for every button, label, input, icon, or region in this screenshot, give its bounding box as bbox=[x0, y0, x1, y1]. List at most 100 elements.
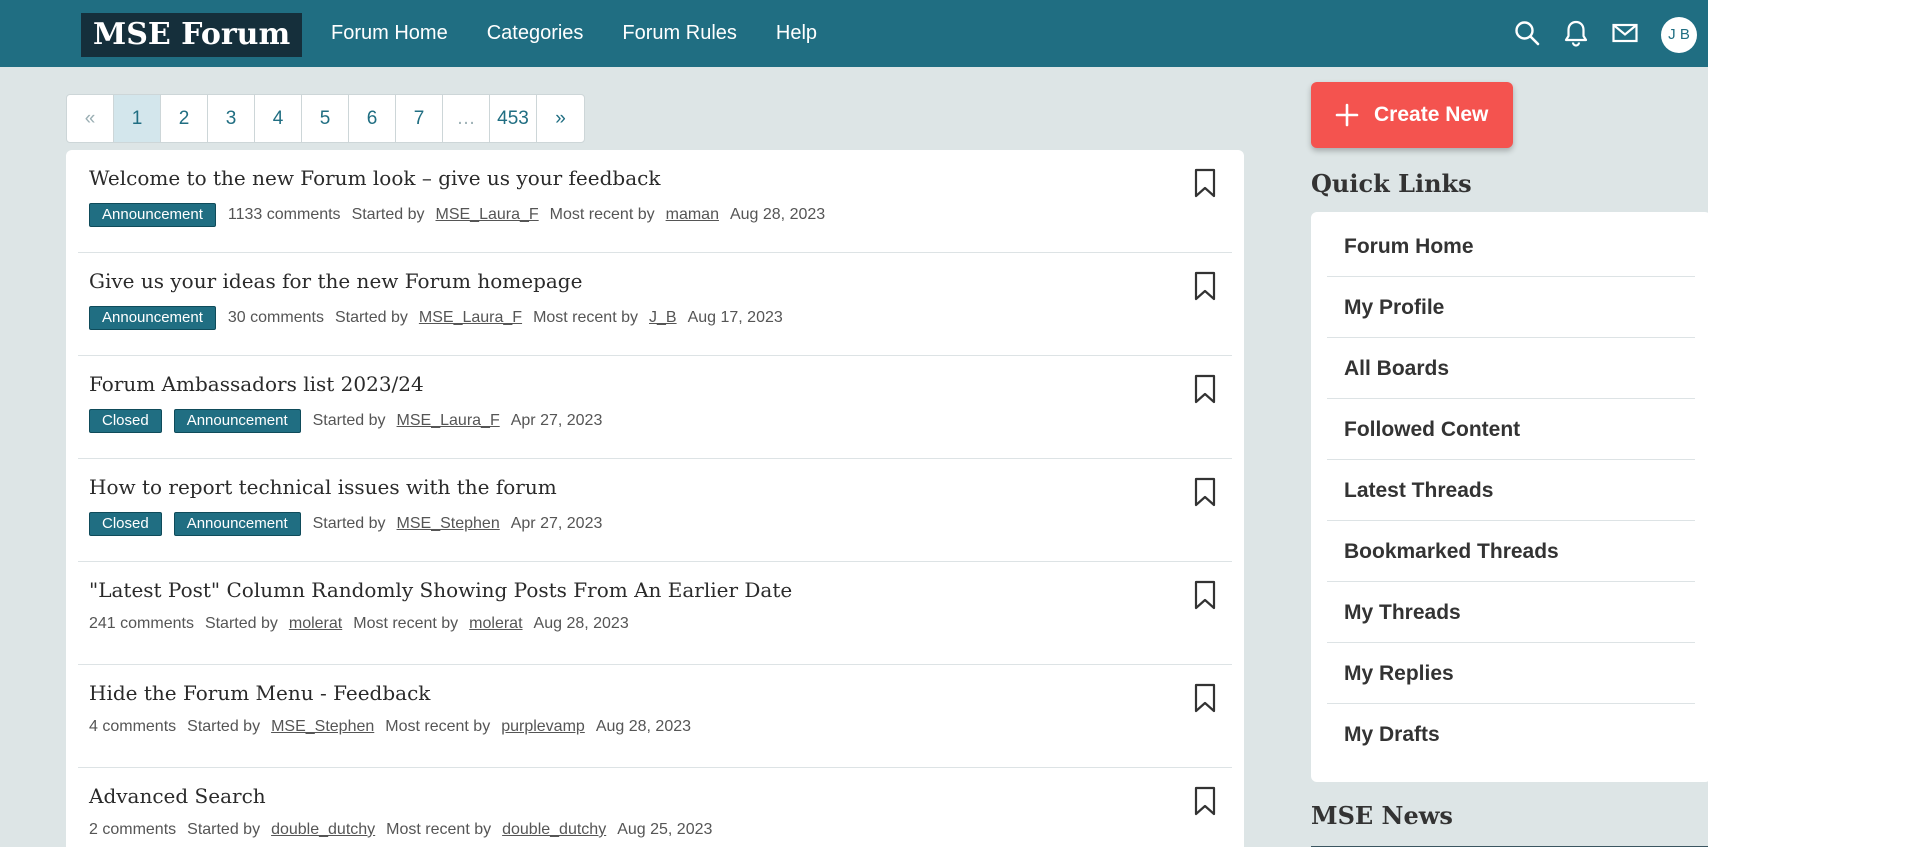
author-link[interactable]: MSE_Laura_F bbox=[419, 309, 522, 327]
started-by-label: Started by bbox=[204, 615, 278, 632]
bookmark-icon[interactable] bbox=[1193, 168, 1217, 198]
thread-meta: 241 comments Started by molerat Most rec… bbox=[89, 615, 640, 633]
page-item[interactable]: 1 bbox=[114, 95, 161, 142]
started-by-label: Started by bbox=[312, 412, 386, 429]
started-by-label: Started by bbox=[312, 515, 386, 532]
thread-row[interactable]: Welcome to the new Forum look – give us … bbox=[78, 150, 1232, 253]
bookmark-icon[interactable] bbox=[1193, 580, 1217, 610]
thread-title[interactable]: Advanced Search bbox=[89, 784, 266, 808]
recent-author-link[interactable]: J_B bbox=[649, 309, 677, 327]
recent-author-link[interactable]: molerat bbox=[469, 615, 522, 633]
author-link[interactable]: molerat bbox=[289, 615, 342, 633]
comment-count: 30 comments bbox=[227, 309, 324, 326]
nav-categories[interactable]: Categories bbox=[487, 0, 584, 67]
thread-title[interactable]: Forum Ambassadors list 2023/24 bbox=[89, 372, 424, 396]
started-by-label: Started by bbox=[334, 309, 408, 326]
page-next[interactable]: » bbox=[537, 95, 584, 142]
site-logo[interactable]: MSE Forum bbox=[81, 13, 303, 57]
mail-icon[interactable] bbox=[1611, 19, 1639, 47]
quick-link-my-replies[interactable]: My Replies bbox=[1327, 643, 1695, 704]
quick-link-forum-home[interactable]: Forum Home bbox=[1327, 216, 1695, 277]
thread-date: Apr 27, 2023 bbox=[510, 412, 603, 429]
quick-link-bookmarked-threads[interactable]: Bookmarked Threads bbox=[1327, 521, 1695, 582]
comment-count: 2 comments bbox=[89, 821, 177, 838]
page-prev[interactable]: « bbox=[67, 95, 114, 142]
nav-forum-rules[interactable]: Forum Rules bbox=[622, 0, 736, 67]
thread-row[interactable]: Forum Ambassadors list 2023/24 Closed An… bbox=[78, 356, 1232, 459]
thread-title[interactable]: "Latest Post" Column Randomly Showing Po… bbox=[89, 578, 792, 602]
page-item[interactable]: 6 bbox=[349, 95, 396, 142]
thread-title[interactable]: How to report technical issues with the … bbox=[89, 475, 557, 499]
announcement-tag[interactable]: Announcement bbox=[173, 409, 301, 433]
bookmark-icon[interactable] bbox=[1193, 683, 1217, 713]
thread-title[interactable]: Welcome to the new Forum look – give us … bbox=[89, 166, 660, 190]
author-link[interactable]: MSE_Stephen bbox=[397, 515, 500, 533]
quick-link-my-threads[interactable]: My Threads bbox=[1327, 582, 1695, 643]
nav-forum-home[interactable]: Forum Home bbox=[331, 0, 448, 67]
started-by-label: Started by bbox=[351, 206, 425, 223]
thread-meta: Announcement 1133 comments Started by MS… bbox=[89, 203, 836, 227]
recent-author-link[interactable]: double_dutchy bbox=[502, 821, 606, 839]
page-item[interactable]: 3 bbox=[208, 95, 255, 142]
thread-title[interactable]: Give us your ideas for the new Forum hom… bbox=[89, 269, 582, 293]
create-new-label: Create New bbox=[1374, 103, 1489, 126]
mse-news-title: MSE News bbox=[1311, 801, 1453, 830]
bookmark-icon[interactable] bbox=[1193, 477, 1217, 507]
thread-row[interactable]: "Latest Post" Column Randomly Showing Po… bbox=[78, 562, 1232, 665]
author-link[interactable]: MSE_Stephen bbox=[271, 718, 374, 736]
thread-meta: 2 comments Started by double_dutchy Most… bbox=[89, 821, 723, 839]
author-link[interactable]: MSE_Laura_F bbox=[436, 206, 539, 224]
top-header: MSE Forum Forum Home Categories Forum Ru… bbox=[0, 0, 1708, 67]
thread-meta: Closed Announcement Started by MSE_Laura… bbox=[89, 409, 613, 433]
page-item[interactable]: 5 bbox=[302, 95, 349, 142]
thread-date: Aug 25, 2023 bbox=[617, 821, 713, 838]
comment-count: 241 comments bbox=[89, 615, 194, 632]
page-item[interactable]: 7 bbox=[396, 95, 443, 142]
thread-row[interactable]: Advanced Search 2 comments Started by do… bbox=[78, 768, 1232, 847]
thread-date: Aug 28, 2023 bbox=[729, 206, 826, 223]
thread-title[interactable]: Hide the Forum Menu - Feedback bbox=[89, 681, 430, 705]
author-link[interactable]: double_dutchy bbox=[271, 821, 375, 839]
thread-row[interactable]: How to report technical issues with the … bbox=[78, 459, 1232, 562]
thread-row[interactable]: Hide the Forum Menu - Feedback 4 comment… bbox=[78, 665, 1232, 768]
search-icon[interactable] bbox=[1513, 19, 1541, 47]
author-link[interactable]: MSE_Laura_F bbox=[397, 412, 500, 430]
most-recent-label: Most recent by bbox=[533, 309, 638, 326]
most-recent-label: Most recent by bbox=[386, 821, 492, 838]
page-item[interactable]: 453 bbox=[490, 95, 537, 142]
create-new-button[interactable]: Create New bbox=[1311, 82, 1513, 148]
quick-link-followed-content[interactable]: Followed Content bbox=[1327, 399, 1695, 460]
thread-date: Aug 17, 2023 bbox=[687, 309, 783, 326]
page-item[interactable]: 2 bbox=[161, 95, 208, 142]
started-by-label: Started by bbox=[187, 821, 261, 838]
announcement-tag[interactable]: Announcement bbox=[89, 306, 216, 330]
most-recent-label: Most recent by bbox=[385, 718, 491, 735]
quick-link-latest-threads[interactable]: Latest Threads bbox=[1327, 460, 1695, 521]
quick-links-panel: Forum Home My Profile All Boards Followe… bbox=[1311, 212, 1708, 782]
page-item[interactable]: 4 bbox=[255, 95, 302, 142]
announcement-tag[interactable]: Announcement bbox=[173, 512, 301, 536]
closed-tag[interactable]: Closed bbox=[89, 512, 162, 536]
user-avatar[interactable]: J B bbox=[1661, 17, 1697, 53]
app-root: MSE Forum Forum Home Categories Forum Ru… bbox=[0, 0, 1708, 847]
recent-author-link[interactable]: maman bbox=[666, 206, 719, 224]
closed-tag[interactable]: Closed bbox=[89, 409, 162, 433]
announcement-tag[interactable]: Announcement bbox=[89, 203, 216, 227]
quick-link-all-boards[interactable]: All Boards bbox=[1327, 338, 1695, 399]
pagination: « 1 2 3 4 5 6 7 … 453 » bbox=[66, 94, 585, 143]
page-ellipsis: … bbox=[443, 95, 490, 142]
started-by-label: Started by bbox=[187, 718, 261, 735]
thread-row[interactable]: Give us your ideas for the new Forum hom… bbox=[78, 253, 1232, 356]
bookmark-icon[interactable] bbox=[1193, 786, 1217, 816]
most-recent-label: Most recent by bbox=[353, 615, 459, 632]
nav-help[interactable]: Help bbox=[776, 0, 817, 67]
quick-link-my-profile[interactable]: My Profile bbox=[1327, 277, 1695, 338]
thread-date: Aug 28, 2023 bbox=[533, 615, 629, 632]
recent-author-link[interactable]: purplevamp bbox=[501, 718, 585, 736]
quick-link-my-drafts[interactable]: My Drafts bbox=[1327, 704, 1695, 765]
bell-icon[interactable] bbox=[1562, 19, 1590, 47]
bookmark-icon[interactable] bbox=[1193, 271, 1217, 301]
comment-count: 1133 comments bbox=[227, 206, 341, 223]
thread-meta: 4 comments Started by MSE_Stephen Most r… bbox=[89, 718, 702, 736]
bookmark-icon[interactable] bbox=[1193, 374, 1217, 404]
